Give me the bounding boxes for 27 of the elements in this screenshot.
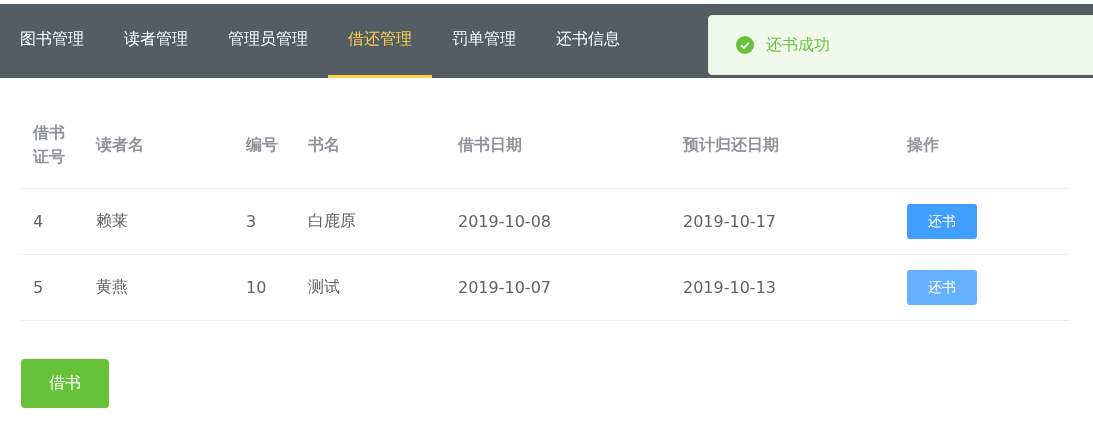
nav-tab[interactable]: 借还管理 [328,4,432,78]
table-cell-text: 2019-10-13 [682,278,777,297]
check-circle-icon [736,36,754,54]
table-cell-text: 3 [245,212,258,231]
nav-tab[interactable]: 读者管理 [104,4,208,78]
table-cell-text: 2019-10-07 [457,278,552,297]
nav-tab[interactable]: 还书信息 [536,4,640,78]
table-cell-text: 黄燕 [95,277,129,298]
table-cell-text: 赖莱 [95,211,129,232]
nav-tab[interactable]: 罚单管理 [432,4,536,78]
table-cell-text: 10 [245,278,268,297]
column-header: 读者名 [94,134,145,156]
table-cell-text: 2019-10-08 [457,212,552,231]
table-cell-text: 4 [32,212,45,231]
toast-text: 还书成功 [766,34,830,56]
nav-tab[interactable]: 图书管理 [0,4,104,78]
column-header: 借书证号 [31,122,65,168]
column-header: 书名 [307,134,341,156]
column-header: 借书日期 [456,134,523,156]
table-cell-text: 2019-10-17 [682,212,777,231]
column-header: 编号 [245,134,279,156]
nav-tab[interactable]: 管理员管理 [208,4,328,78]
column-header: 预计归还日期 [681,134,780,156]
table-cell-text: 白鹿原 [307,211,357,232]
table-cell-text: 测试 [307,277,341,298]
column-header: 操作 [905,134,940,156]
table-cell-text: 5 [32,278,45,297]
